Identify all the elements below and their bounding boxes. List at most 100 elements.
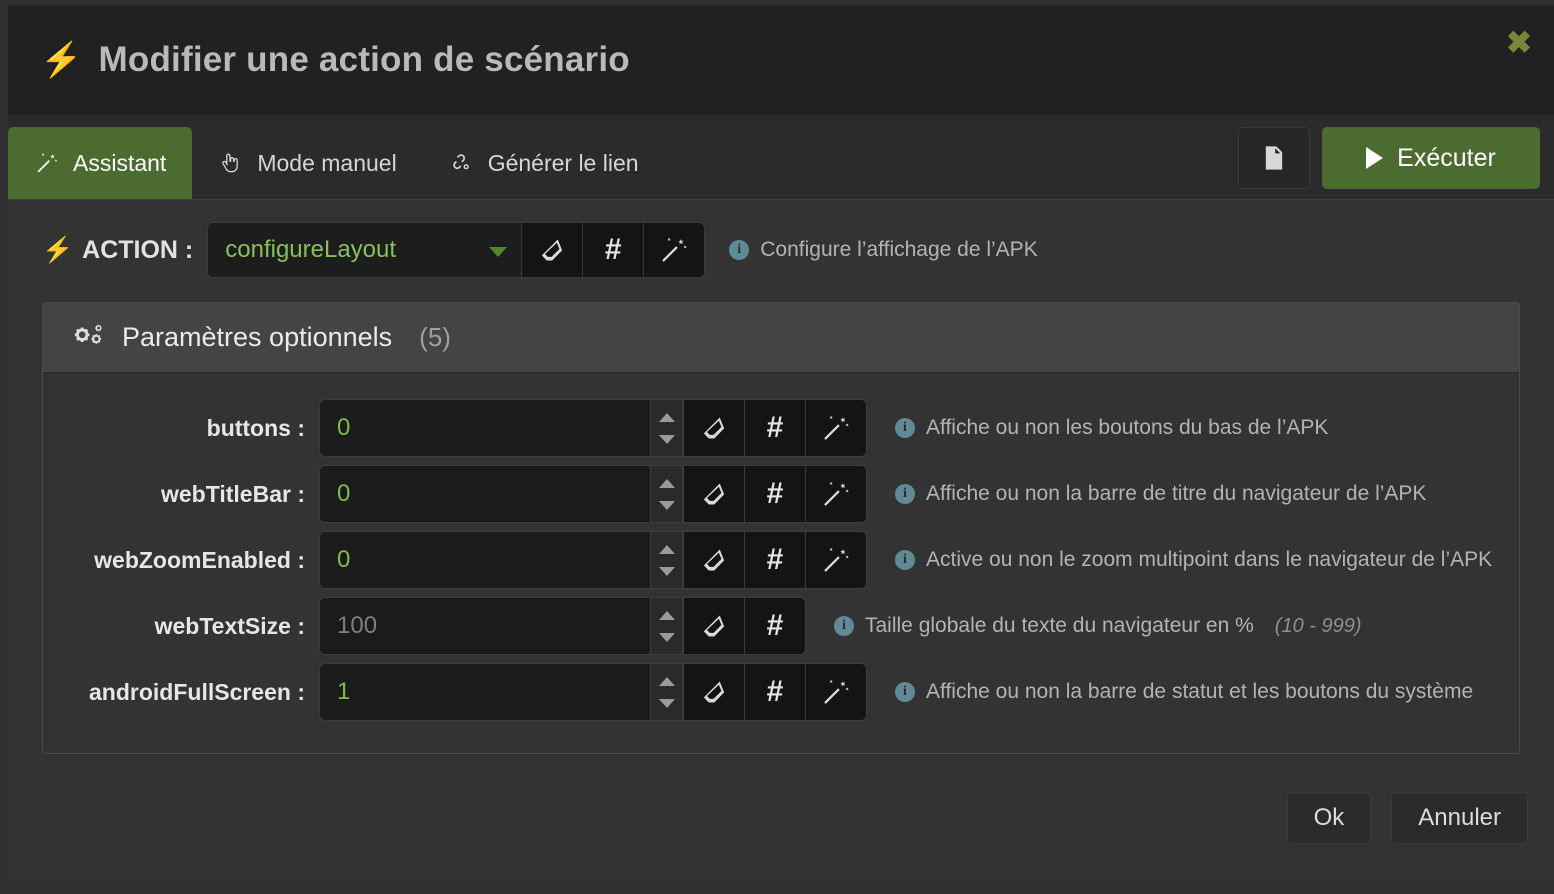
page-title: ⚡ Modifier une action de scénario (40, 40, 630, 80)
param-input[interactable]: 100 (320, 598, 650, 654)
param-wand-button[interactable] (805, 532, 866, 588)
eraser-icon (703, 615, 725, 637)
hash-icon: # (766, 543, 784, 576)
magic-wand-icon (824, 481, 849, 506)
spinner-down-icon[interactable] (658, 632, 675, 642)
param-input[interactable]: 0 (320, 466, 650, 522)
action-select-group: configureLayout # (207, 222, 706, 278)
action-help: i Configure l’affichage de l’APK (729, 238, 1038, 262)
dialog-header: ⚡ Modifier une action de scénario ✖ (8, 5, 1554, 115)
execute-button[interactable]: Exécuter (1322, 127, 1540, 189)
ok-button[interactable]: Ok (1286, 792, 1372, 844)
param-hash-button[interactable]: # (744, 664, 805, 720)
param-wand-button[interactable] (805, 466, 866, 522)
param-spinner[interactable] (650, 466, 683, 522)
spinner-up-icon[interactable] (658, 478, 675, 488)
eraser-icon (703, 417, 725, 439)
tab-bar: Assistant Mode manuel Générer le lien Ex… (8, 115, 1554, 200)
param-label: buttons : (206, 414, 305, 441)
spinner-up-icon[interactable] (658, 610, 675, 620)
param-wand-button[interactable] (805, 400, 866, 456)
param-row: webZoomEnabled : 0 # i Active ou non le … (43, 527, 1519, 593)
spinner-down-icon[interactable] (658, 500, 675, 510)
param-help: i Affiche ou non les boutons du bas de l… (895, 416, 1328, 440)
info-icon: i (834, 616, 854, 636)
param-row: webTitleBar : 0 # i Affiche ou non la ba… (43, 461, 1519, 527)
info-icon: i (895, 418, 915, 438)
param-spinner[interactable] (650, 400, 683, 456)
panel-count: (5) (419, 322, 451, 352)
param-eraser-button[interactable] (683, 532, 744, 588)
action-hash-button[interactable]: # (582, 223, 644, 277)
spinner-down-icon[interactable] (658, 566, 675, 576)
panel-header[interactable]: Paramètres optionnels (5) (43, 303, 1519, 373)
param-spinner[interactable] (650, 598, 683, 654)
play-icon (1366, 147, 1384, 169)
cancel-button[interactable]: Annuler (1391, 792, 1528, 844)
hash-icon: # (766, 609, 784, 642)
bolt-icon: ⚡ (40, 41, 83, 79)
param-eraser-button[interactable] (683, 598, 744, 654)
param-hash-button[interactable]: # (744, 466, 805, 522)
param-input[interactable]: 1 (320, 664, 650, 720)
document-icon (1265, 146, 1283, 170)
edit-scenario-action-dialog: ⚡ Modifier une action de scénario ✖ Assi… (8, 5, 1554, 880)
param-input[interactable]: 0 (320, 400, 650, 456)
close-icon[interactable]: ✖ (1506, 27, 1532, 58)
spinner-up-icon[interactable] (658, 676, 675, 686)
param-eraser-button[interactable] (683, 664, 744, 720)
info-icon: i (895, 484, 915, 504)
param-eraser-button[interactable] (683, 466, 744, 522)
action-help-text: Configure l’affichage de l’APK (760, 238, 1038, 261)
action-select-value: configureLayout (225, 236, 397, 263)
chevron-down-icon (489, 247, 508, 257)
param-input[interactable]: 0 (320, 532, 650, 588)
spinner-down-icon[interactable] (658, 698, 675, 708)
eraser-icon (542, 239, 563, 261)
hash-icon: # (766, 675, 784, 708)
hash-icon: # (766, 477, 784, 510)
magic-wand-icon (34, 150, 60, 176)
spinner-down-icon[interactable] (658, 434, 675, 444)
param-row: buttons : 0 # i Affiche ou non les bouto… (43, 395, 1519, 461)
documentation-button[interactable] (1238, 127, 1310, 189)
tab-generer-le-lien[interactable]: Générer le lien (423, 127, 665, 199)
param-spinner[interactable] (650, 664, 683, 720)
action-select[interactable]: configureLayout (208, 223, 521, 277)
param-hash-button[interactable]: # (744, 598, 805, 654)
action-wand-button[interactable] (643, 223, 705, 277)
magic-wand-icon (662, 237, 687, 262)
param-field: 0 # (319, 465, 867, 523)
param-help: i Taille globale du texte du navigateur … (834, 614, 1362, 638)
tab-assistant[interactable]: Assistant (8, 127, 193, 199)
param-wand-button[interactable] (805, 664, 866, 720)
spinner-up-icon[interactable] (658, 412, 675, 422)
tab-mode-manuel[interactable]: Mode manuel (192, 127, 422, 199)
dialog-title-text: Modifier une action de scénario (98, 40, 630, 79)
tab-label: Assistant (73, 149, 167, 176)
magic-wand-icon (824, 679, 849, 704)
panel-title: Paramètres optionnels (122, 322, 393, 352)
param-help: i Affiche ou non la barre de statut et l… (895, 680, 1473, 704)
magic-wand-icon (824, 415, 849, 440)
param-eraser-button[interactable] (683, 400, 744, 456)
action-label: ⚡ ACTION : (42, 236, 193, 265)
action-eraser-button[interactable] (521, 223, 583, 277)
eraser-icon (703, 483, 725, 505)
param-hash-button[interactable]: # (744, 400, 805, 456)
link-chain-icon (449, 150, 475, 176)
spinner-up-icon[interactable] (658, 544, 675, 554)
param-field: 1 # (319, 663, 867, 721)
param-hash-button[interactable]: # (744, 532, 805, 588)
optional-parameters-panel: Paramètres optionnels (5) buttons : 0 # … (42, 302, 1520, 754)
param-help-text: Affiche ou non la barre de titre du navi… (926, 482, 1427, 505)
tab-label: Générer le lien (487, 149, 639, 176)
screen-root: ⚡ Modifier une action de scénario ✖ Assi… (0, 0, 1554, 894)
magic-wand-icon (824, 547, 849, 572)
action-label-text: ACTION : (82, 235, 194, 264)
param-spinner[interactable] (650, 532, 683, 588)
param-help-text: Affiche ou non la barre de statut et les… (926, 680, 1474, 703)
param-field: 100 # (319, 597, 806, 655)
param-range-hint: (10 - 999) (1274, 614, 1362, 637)
param-label: androidFullScreen : (89, 678, 305, 705)
